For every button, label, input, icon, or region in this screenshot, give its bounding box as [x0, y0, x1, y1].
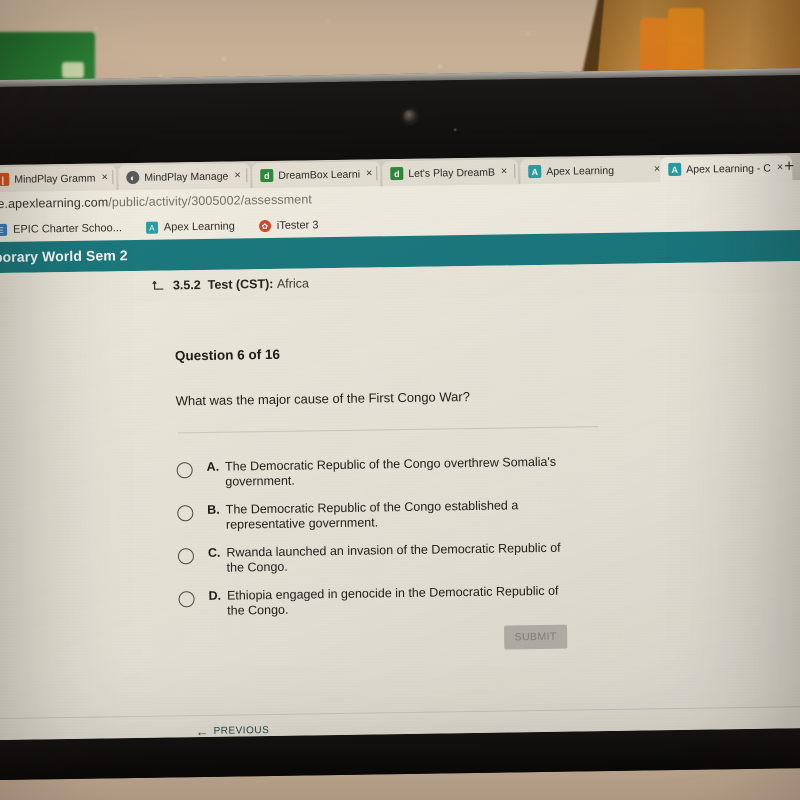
webcam-indicator-icon	[453, 128, 457, 132]
breadcrumb-topic: Africa	[276, 276, 309, 291]
choice-letter: D.	[208, 588, 222, 603]
tab-divider	[514, 164, 516, 179]
previous-button[interactable]: ← PREVIOUS	[195, 723, 270, 740]
tab-divider	[246, 168, 248, 183]
browser-tab-mindplay-grammar[interactable]: | MindPlay Gramm ×	[0, 165, 117, 193]
laptop-screen: × | MindPlay Gramm × ◐ MindPlay Manage ×…	[0, 152, 800, 741]
tab-label: Apex Learning - C	[686, 162, 771, 176]
laptop-top-bezel	[0, 74, 800, 166]
itester-favicon: ✿	[258, 219, 271, 233]
breadcrumb-number: 3.5.2	[172, 278, 201, 293]
submit-button[interactable]: SUBMIT	[504, 624, 568, 650]
choice-letter: A.	[206, 459, 220, 474]
mindplay-manager-favicon: ◐	[126, 170, 140, 185]
breadcrumb-text: 3.5.2 Test (CST): Africa	[173, 276, 309, 292]
green-object-highlight	[62, 62, 84, 78]
url-host: ourse.apexlearning.com	[0, 195, 109, 212]
bookmark-label: EPIC Charter Schoo...	[12, 222, 122, 236]
apex-favicon: A	[528, 164, 542, 179]
question-counter: Question 6 of 16	[174, 346, 281, 364]
epic-charter-favicon: E	[0, 223, 8, 237]
browser-tab-lets-play-dreambox[interactable]: d Let's Play DreamB ×	[382, 159, 519, 187]
browser-tab-mindplay-manager[interactable]: ◐ MindPlay Manage ×	[118, 163, 251, 191]
browser-tab-dreambox[interactable]: d DreamBox Learni ×	[252, 161, 381, 189]
left-arrow-icon: ←	[195, 723, 209, 740]
radio-button-c[interactable]	[177, 548, 195, 565]
mindplay-favicon: |	[0, 172, 10, 187]
choice-text: The Democratic Republic of the Congo est…	[225, 498, 519, 532]
close-icon[interactable]: ×	[366, 167, 373, 179]
tab-label: MindPlay Gramm	[14, 172, 96, 186]
radio-button-a[interactable]	[176, 462, 193, 479]
breadcrumb-type: Test (CST):	[207, 276, 274, 292]
answer-choice-d[interactable]: D. Ethiopia engaged in genocide in the D…	[178, 583, 577, 619]
choice-letter: C.	[207, 545, 221, 560]
bookmark-itester[interactable]: ✿ iTester 3	[258, 219, 319, 233]
radio-button-b[interactable]	[177, 505, 194, 522]
apex-favicon: A	[145, 221, 158, 234]
choice-text: Rwanda launched an invasion of the Democ…	[226, 540, 561, 575]
address-bar[interactable]: ourse.apexlearning.com/public/activity/3…	[0, 192, 312, 211]
bookmark-epic-charter[interactable]: E EPIC Charter Schoo...	[0, 222, 122, 237]
question-text: What was the major cause of the First Co…	[175, 389, 471, 409]
choice-text: The Democratic Republic of the Congo ove…	[225, 454, 557, 489]
tab-divider	[112, 170, 114, 185]
bookmark-label: Apex Learning	[163, 220, 235, 234]
close-icon[interactable]: ×	[101, 171, 108, 183]
close-icon[interactable]: ×	[777, 161, 784, 173]
tab-label: DreamBox Learni	[278, 168, 361, 182]
bookmark-apex-learning[interactable]: A Apex Learning	[145, 220, 235, 234]
assessment-content: Question 6 of 16 What was the major caus…	[0, 290, 800, 741]
webcam-icon	[403, 109, 417, 123]
close-icon[interactable]: ×	[234, 169, 241, 181]
browser-tab-apex-learning-active[interactable]: A Apex Learning - C ×	[660, 155, 793, 183]
answer-choice-c[interactable]: C. Rwanda launched an invasion of the De…	[177, 540, 577, 576]
tab-label: Let's Play DreamB	[408, 166, 495, 180]
course-title: emporary World Sem 2	[0, 247, 128, 266]
previous-label: PREVIOUS	[213, 725, 270, 737]
new-tab-button[interactable]: +	[784, 156, 794, 175]
apex-favicon: A	[668, 162, 682, 177]
question-divider	[178, 426, 599, 434]
tab-label: Apex Learning	[546, 164, 615, 178]
tab-label: MindPlay Manage	[144, 170, 229, 184]
url-path: /public/activity/3005002/assessment	[108, 192, 313, 210]
browser-tab-apex-learning[interactable]: A Apex Learning ×	[520, 157, 665, 185]
choice-text: Ethiopia engaged in genocide in the Demo…	[226, 583, 559, 618]
dreambox-favicon: d	[260, 168, 274, 183]
tab-divider	[376, 166, 378, 181]
answer-choice-b[interactable]: B. The Democratic Republic of the Congo …	[177, 497, 576, 533]
radio-button-d[interactable]	[178, 591, 195, 608]
up-level-arrow-icon[interactable]	[152, 279, 166, 293]
bookmark-label: iTester 3	[276, 219, 319, 232]
answer-choice-a[interactable]: A. The Democratic Republic of the Congo …	[176, 454, 576, 490]
laptop: × | MindPlay Gramm × ◐ MindPlay Manage ×…	[0, 67, 800, 781]
close-icon[interactable]: ×	[501, 165, 508, 177]
dreambox-favicon: d	[390, 166, 404, 181]
choice-letter: B.	[207, 502, 220, 517]
